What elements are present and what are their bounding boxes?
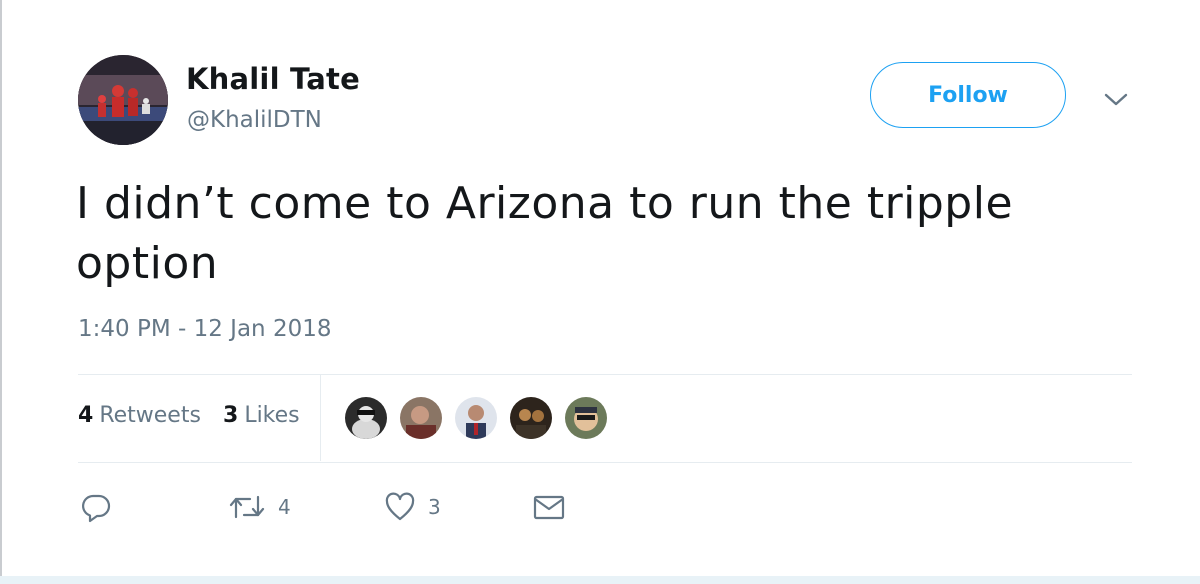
retweets-count: 4 <box>78 403 94 428</box>
retweets-label: Retweets <box>99 403 201 428</box>
heart-icon <box>385 492 415 521</box>
bottom-strip <box>0 576 1200 584</box>
tweet-timestamp[interactable]: 1:40 PM - 12 Jan 2018 <box>78 316 331 342</box>
retweet-count: 4 <box>278 495 291 519</box>
likes-count: 3 <box>223 403 239 428</box>
avatar[interactable] <box>78 55 168 145</box>
envelope-icon <box>533 495 565 520</box>
like-count: 3 <box>428 495 441 519</box>
reply-icon <box>82 494 111 523</box>
engagement-stats: 4 Retweets 3 Likes <box>78 375 1132 461</box>
tweet-text: I didn’t come to Arizona to run the trip… <box>76 178 1014 289</box>
message-button[interactable] <box>532 490 566 524</box>
retweet-button[interactable]: 4 <box>228 490 291 524</box>
user-handle[interactable]: @KhalilDTN <box>187 107 322 133</box>
follow-button[interactable]: Follow <box>870 62 1066 128</box>
likes-stat[interactable]: 3 Likes <box>223 403 300 428</box>
tweet-card: Khalil Tate @KhalilDTN Follow I didn’t c… <box>0 0 1200 576</box>
liker-avatar[interactable] <box>508 395 554 441</box>
retweets-stat[interactable]: 4 Retweets <box>78 403 201 428</box>
display-name[interactable]: Khalil Tate <box>186 62 360 96</box>
liker-avatar[interactable] <box>343 395 389 441</box>
retweet-icon <box>229 495 265 519</box>
liker-avatar[interactable] <box>563 395 609 441</box>
liker-avatar[interactable] <box>453 395 499 441</box>
avatar-photo <box>78 55 168 145</box>
reply-button[interactable] <box>80 490 112 524</box>
like-button[interactable]: 3 <box>384 490 441 524</box>
chevron-down-icon[interactable] <box>1102 88 1130 110</box>
likes-label: Likes <box>244 403 300 428</box>
divider-bottom <box>78 462 1132 463</box>
liker-avatar[interactable] <box>398 395 444 441</box>
stats-separator <box>320 375 321 461</box>
